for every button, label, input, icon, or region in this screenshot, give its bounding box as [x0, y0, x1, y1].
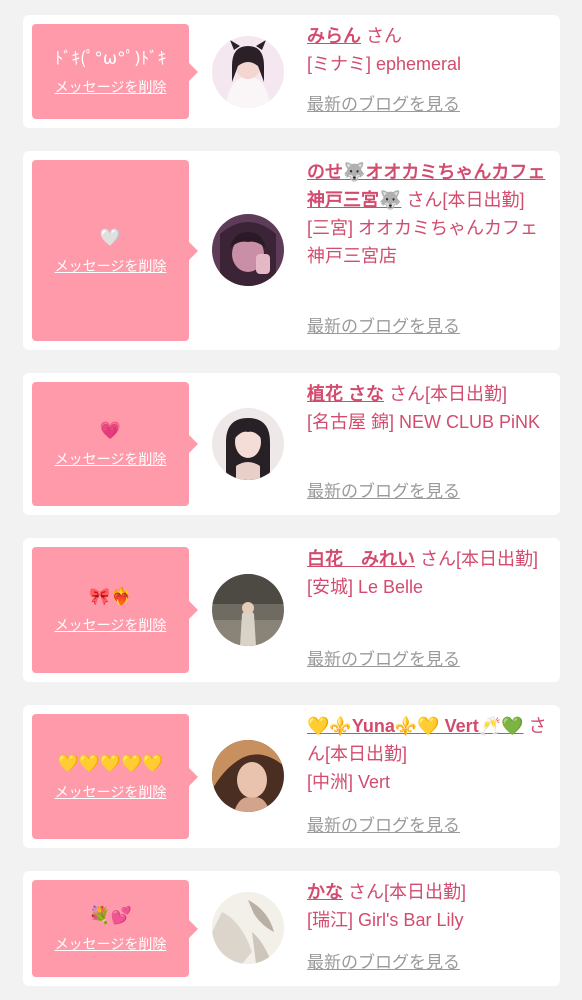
- message-card: 💗 メッセージを削除 植花 さな さん[本日出勤] [名古屋 錦] NEW CL…: [23, 373, 560, 515]
- avatar-photo: [212, 740, 284, 812]
- latest-blog-link[interactable]: 最新のブログを見る: [307, 481, 460, 503]
- cast-info: 植花 さな さん[本日出勤] [名古屋 錦] NEW CLUB PiNK: [307, 380, 552, 436]
- cast-info: みらん さん [ミナミ] ephemeral: [307, 22, 552, 78]
- cast-name-link[interactable]: みらん: [307, 26, 361, 46]
- avatar[interactable]: [212, 36, 284, 108]
- message-text: 💐💕: [89, 905, 132, 926]
- cast-suffix: さん: [366, 26, 403, 46]
- message-bubble: 🎀❤️‍🔥 メッセージを削除: [32, 547, 198, 673]
- message-bubble: 💛💛💛💛💛 メッセージを削除: [32, 714, 198, 839]
- shop-name: [ミナミ] ephemeral: [307, 54, 462, 74]
- shop-name: [安城] Le Belle: [307, 577, 424, 597]
- message-card: 🤍 メッセージを削除 のせ🐺オオカミちゃんカフェ神戸三宮🐺 さん[本日出勤] […: [23, 151, 560, 350]
- shop-name: [瑞江] Girl's Bar Lily: [307, 910, 464, 930]
- shop-name: [中洲] Vert: [307, 772, 391, 792]
- delete-message-link[interactable]: メッセージを削除: [55, 256, 167, 276]
- message-bubble: ﾄﾞｷ(ﾟ°ω°ﾟ)ﾄﾞｷ メッセージを削除: [32, 24, 198, 119]
- delete-message-link[interactable]: メッセージを削除: [55, 449, 167, 469]
- avatar[interactable]: [212, 214, 284, 286]
- cast-suffix: さん[本日出勤]: [389, 384, 508, 404]
- shop-name: [名古屋 錦] NEW CLUB PiNK: [307, 412, 541, 432]
- cast-name-link[interactable]: 💛⚜️Yuna⚜️💛 Vert🥂💚: [307, 716, 524, 736]
- cast-name-link[interactable]: 植花 さな: [307, 384, 384, 404]
- avatar[interactable]: [212, 408, 284, 480]
- cast-info: 白花 みれい さん[本日出勤] [安城] Le Belle: [307, 545, 552, 601]
- avatar-photo: [212, 408, 284, 480]
- latest-blog-link[interactable]: 最新のブログを見る: [307, 952, 460, 974]
- avatar-photo: [212, 36, 284, 108]
- latest-blog-link[interactable]: 最新のブログを見る: [307, 815, 460, 837]
- message-bubble: 🤍 メッセージを削除: [32, 160, 198, 341]
- latest-blog-link[interactable]: 最新のブログを見る: [307, 316, 460, 338]
- cast-name-link[interactable]: 白花 みれい: [307, 549, 415, 569]
- delete-message-link[interactable]: メッセージを削除: [55, 615, 167, 635]
- avatar[interactable]: [212, 740, 284, 812]
- message-text: 💗: [99, 421, 122, 441]
- avatar-photo: [212, 892, 284, 964]
- avatar[interactable]: [212, 574, 284, 646]
- avatar-photo: [212, 574, 284, 646]
- shop-name: [三宮] オオカミちゃんカフェ神戸三宮店: [307, 218, 539, 266]
- delete-message-link[interactable]: メッセージを削除: [55, 782, 167, 802]
- message-bubble: 💗 メッセージを削除: [32, 382, 198, 506]
- message-card: 💛💛💛💛💛 メッセージを削除 💛⚜️Yuna⚜️💛 Vert🥂💚 さん[本日出勤…: [23, 705, 560, 848]
- favorites-message-list: ﾄﾞｷ(ﾟ°ω°ﾟ)ﾄﾞｷ メッセージを削除 みらん さん [ミナミ] ephe…: [0, 0, 582, 1000]
- delete-message-link[interactable]: メッセージを削除: [55, 77, 167, 97]
- message-text: 🤍: [99, 227, 122, 248]
- avatar[interactable]: [212, 892, 284, 964]
- cast-info: 💛⚜️Yuna⚜️💛 Vert🥂💚 さん[本日出勤] [中洲] Vert: [307, 712, 552, 796]
- cast-name-link[interactable]: かな: [307, 882, 343, 902]
- message-card: 💐💕 メッセージを削除 かな さん[本日出勤] [瑞江] Girl's Bar …: [23, 871, 560, 986]
- message-text: 🎀❤️‍🔥: [89, 587, 132, 607]
- cast-info: かな さん[本日出勤] [瑞江] Girl's Bar Lily: [307, 878, 552, 934]
- cast-info: のせ🐺オオカミちゃんカフェ神戸三宮🐺 さん[本日出勤] [三宮] オオカミちゃん…: [307, 158, 552, 270]
- latest-blog-link[interactable]: 最新のブログを見る: [307, 649, 460, 671]
- latest-blog-link[interactable]: 最新のブログを見る: [307, 94, 460, 116]
- message-text: ﾄﾞｷ(ﾟ°ω°ﾟ)ﾄﾞｷ: [54, 48, 167, 69]
- cast-suffix: さん[本日出勤]: [406, 190, 525, 210]
- delete-message-link[interactable]: メッセージを削除: [55, 934, 167, 954]
- message-card: ﾄﾞｷ(ﾟ°ω°ﾟ)ﾄﾞｷ メッセージを削除 みらん さん [ミナミ] ephe…: [23, 15, 560, 128]
- message-card: 🎀❤️‍🔥 メッセージを削除 白花 みれい さん[本日出勤] [安城] Le B…: [23, 538, 560, 682]
- message-text: 💛💛💛💛💛: [57, 753, 164, 774]
- message-bubble: 💐💕 メッセージを削除: [32, 880, 198, 977]
- avatar-photo: [212, 214, 284, 286]
- cast-suffix: さん[本日出勤]: [348, 882, 467, 902]
- cast-suffix: さん[本日出勤]: [420, 549, 539, 569]
